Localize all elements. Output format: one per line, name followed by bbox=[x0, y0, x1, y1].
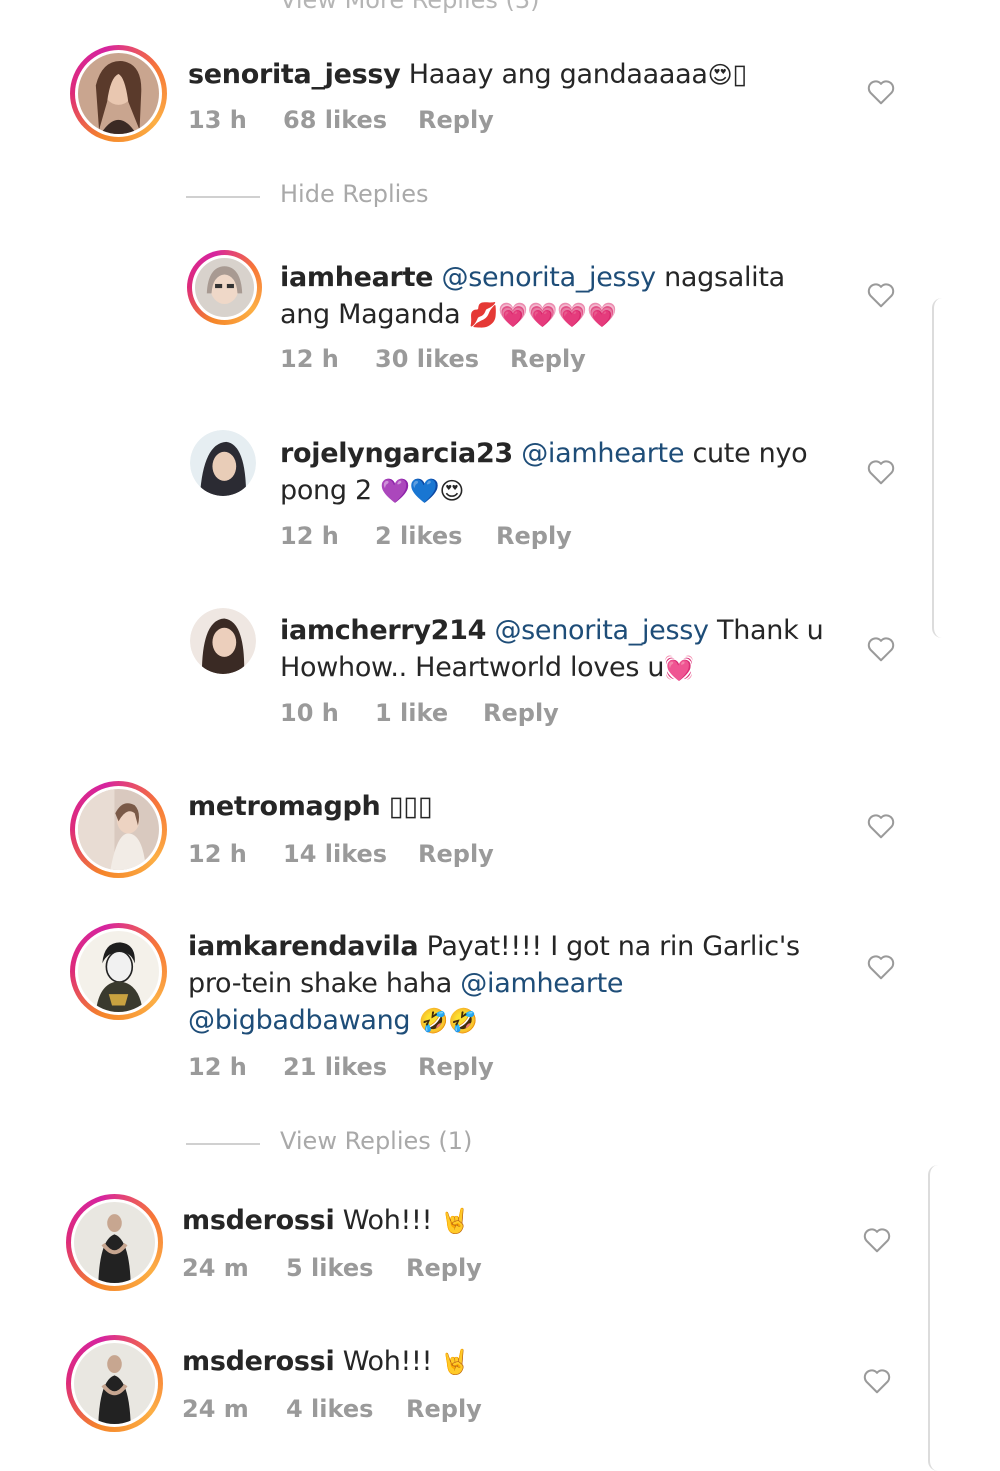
comment-time: 12 h bbox=[280, 522, 339, 550]
likes-count[interactable]: 4 likes bbox=[286, 1395, 373, 1423]
reply-button[interactable]: Reply bbox=[510, 345, 586, 373]
reply-button[interactable]: Reply bbox=[406, 1254, 482, 1282]
unknown-glyph: ▯ bbox=[732, 59, 747, 90]
hearts-emoji: 💜💙😍 bbox=[380, 477, 465, 505]
heart-outline-icon[interactable] bbox=[866, 78, 896, 106]
comment-time: 12 h bbox=[280, 345, 339, 373]
avatar-photo bbox=[74, 1343, 155, 1424]
heart-eyes-emoji: 😍 bbox=[707, 61, 733, 89]
comment-item: metromagph ▯▯▯ 12 h 14 likes Reply bbox=[0, 778, 1000, 888]
user-avatar[interactable] bbox=[187, 250, 262, 325]
comment-username[interactable]: metromagph bbox=[188, 791, 381, 822]
comment-body: Woh!!! bbox=[334, 1346, 441, 1377]
comment-item: senorita_jessy Haaay ang gandaaaaa😍▯ 13 … bbox=[0, 40, 1000, 170]
unknown-glyph: ▯▯▯ bbox=[388, 791, 433, 822]
user-mention[interactable]: @senorita_jessy bbox=[494, 615, 709, 646]
comment-text: iamcherry214 @senorita_jessy Thank u How… bbox=[280, 612, 825, 687]
likes-count[interactable]: 68 likes bbox=[283, 106, 387, 134]
reply-button[interactable]: Reply bbox=[483, 699, 559, 727]
reply-item: iamcherry214 @senorita_jessy Thank u How… bbox=[0, 602, 1000, 752]
comment-text: msderossi Woh!!! 🤘 bbox=[182, 1343, 802, 1381]
heart-outline-icon[interactable] bbox=[866, 953, 896, 981]
comment-body: Woh!!! bbox=[334, 1205, 441, 1236]
reply-button[interactable]: Reply bbox=[496, 522, 572, 550]
comment-username[interactable]: iamkarendavila bbox=[188, 931, 419, 962]
user-mention[interactable]: @bigbadbawang bbox=[188, 1005, 411, 1036]
user-avatar[interactable] bbox=[66, 1194, 163, 1291]
likes-count[interactable]: 21 likes bbox=[283, 1053, 387, 1081]
likes-count[interactable]: 1 like bbox=[375, 699, 448, 727]
reply-button[interactable]: Reply bbox=[406, 1395, 482, 1423]
thread-divider-line bbox=[186, 196, 260, 198]
comment-time: 24 m bbox=[182, 1395, 249, 1423]
comment-time: 12 h bbox=[188, 840, 247, 868]
likes-count[interactable]: 14 likes bbox=[283, 840, 387, 868]
comment-username[interactable]: rojelyngarcia23 bbox=[280, 438, 513, 469]
user-avatar[interactable] bbox=[70, 45, 167, 142]
comment-time: 13 h bbox=[188, 106, 247, 134]
comment-text: senorita_jessy Haaay ang gandaaaaa😍▯ bbox=[188, 56, 828, 94]
hide-replies-toggle[interactable]: Hide Replies bbox=[186, 180, 586, 212]
kiss-hearts-emoji: 💋💗💗💗💗 bbox=[468, 301, 617, 329]
likes-count[interactable]: 30 likes bbox=[375, 345, 479, 373]
comment-body: Haaay ang gandaaaaa bbox=[400, 59, 708, 90]
heart-outline-icon[interactable] bbox=[866, 812, 896, 840]
reply-item: rojelyngarcia23 @iamhearte cute nyo pong… bbox=[0, 425, 1000, 575]
reply-button[interactable]: Reply bbox=[418, 106, 494, 134]
avatar-photo bbox=[190, 430, 256, 496]
thread-divider-line bbox=[186, 1143, 260, 1145]
user-avatar[interactable] bbox=[70, 781, 167, 878]
heart-outline-icon[interactable] bbox=[866, 281, 896, 309]
avatar-photo bbox=[78, 931, 159, 1012]
reply-button[interactable]: Reply bbox=[418, 840, 494, 868]
laughing-emoji: 🤣🤣 bbox=[418, 1007, 478, 1035]
rock-hand-emoji: 🤘 bbox=[440, 1348, 470, 1376]
likes-count[interactable]: 5 likes bbox=[286, 1254, 373, 1282]
comment-username[interactable]: senorita_jessy bbox=[188, 59, 401, 90]
view-more-replies-link[interactable]: View More Replies (3) bbox=[280, 0, 540, 14]
comment-text: rojelyngarcia23 @iamhearte cute nyo pong… bbox=[280, 435, 820, 510]
comment-username[interactable]: msderossi bbox=[182, 1346, 335, 1377]
user-mention[interactable]: @iamhearte bbox=[460, 968, 623, 999]
comment-text: metromagph ▯▯▯ bbox=[188, 788, 808, 825]
comment-body bbox=[380, 791, 388, 822]
user-mention[interactable]: @senorita_jessy bbox=[442, 262, 657, 293]
heart-outline-icon[interactable] bbox=[862, 1367, 892, 1395]
user-avatar[interactable] bbox=[66, 1335, 163, 1432]
scrollbar-track[interactable] bbox=[928, 1165, 940, 1471]
reply-button[interactable]: Reply bbox=[418, 1053, 494, 1081]
comment-text: msderossi Woh!!! 🤘 bbox=[182, 1202, 802, 1240]
heart-outline-icon[interactable] bbox=[866, 635, 896, 663]
view-replies-label[interactable]: View Replies (1) bbox=[280, 1127, 472, 1155]
user-avatar[interactable] bbox=[70, 923, 167, 1020]
rock-hand-emoji: 🤘 bbox=[440, 1207, 470, 1235]
comment-time: 24 m bbox=[182, 1254, 249, 1282]
heart-outline-icon[interactable] bbox=[862, 1226, 892, 1254]
comment-item: iamkarendavila Payat!!!! I got na rin Ga… bbox=[0, 920, 1000, 1090]
scrollbar-track[interactable] bbox=[932, 298, 944, 638]
user-avatar[interactable] bbox=[190, 608, 256, 674]
view-replies-toggle[interactable]: View Replies (1) bbox=[186, 1127, 586, 1159]
avatar-photo bbox=[74, 1202, 155, 1283]
avatar-photo bbox=[195, 258, 254, 317]
user-mention[interactable]: @iamhearte bbox=[521, 438, 684, 469]
avatar-photo bbox=[78, 53, 159, 134]
comment-item: msderossi Woh!!! 🤘 24 m 5 likes Reply bbox=[0, 1192, 1000, 1302]
avatar-photo bbox=[78, 789, 159, 870]
heart-emoji: 💓 bbox=[664, 654, 694, 682]
user-avatar[interactable] bbox=[190, 430, 256, 496]
reply-item: iamhearte @senorita_jessy nagsalita ang … bbox=[0, 245, 1000, 395]
heart-outline-icon[interactable] bbox=[866, 458, 896, 486]
hide-replies-label[interactable]: Hide Replies bbox=[280, 180, 429, 208]
comment-time: 10 h bbox=[280, 699, 339, 727]
comment-text: iamhearte @senorita_jessy nagsalita ang … bbox=[280, 259, 820, 334]
comment-username[interactable]: iamcherry214 bbox=[280, 615, 486, 646]
comment-item: msderossi Woh!!! 🤘 24 m 4 likes Reply bbox=[0, 1333, 1000, 1443]
comment-username[interactable]: iamhearte bbox=[280, 262, 434, 293]
likes-count[interactable]: 2 likes bbox=[375, 522, 462, 550]
comment-text: iamkarendavila Payat!!!! I got na rin Ga… bbox=[188, 928, 828, 1040]
avatar-photo bbox=[190, 608, 256, 674]
comment-time: 12 h bbox=[188, 1053, 247, 1081]
comment-username[interactable]: msderossi bbox=[182, 1205, 335, 1236]
